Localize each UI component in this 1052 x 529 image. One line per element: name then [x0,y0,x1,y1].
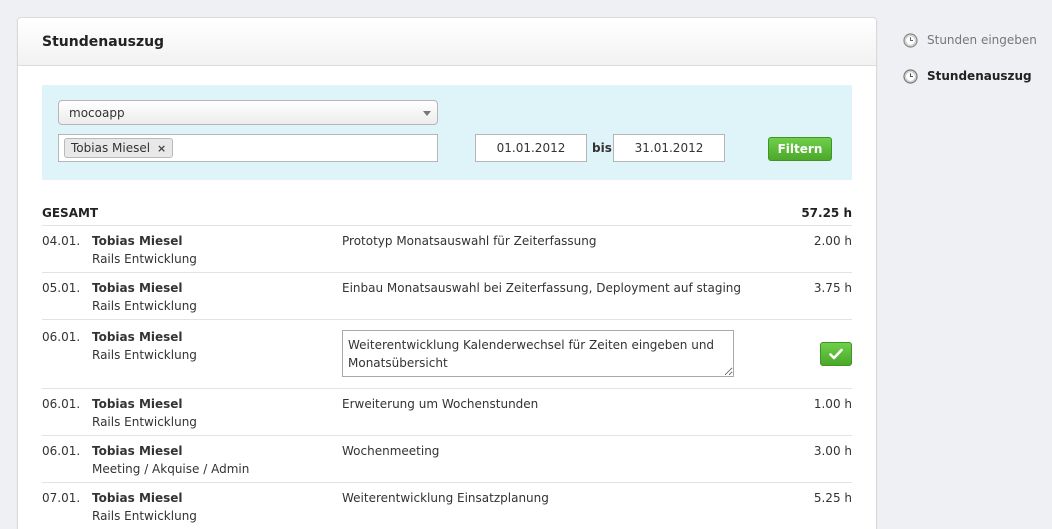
row-description: Prototyp Monatsauswahl für Zeiterfassung [342,234,597,248]
row-hours: 3.00 h [813,444,852,458]
row-user: Tobias Miesel [92,491,183,505]
row-project: Rails Entwicklung [92,299,197,313]
row-hours: 5.25 h [813,491,852,505]
row-project: Meeting / Akquise / Admin [92,462,250,476]
panel-header: Stundenauszug [18,18,876,66]
row-project: Rails Entwicklung [92,415,197,429]
row-date: 06.01. [42,444,81,458]
project-select[interactable]: mocoapp [58,100,438,125]
table-row[interactable]: 05.01. Tobias Miesel Rails Entwicklung E… [42,273,852,320]
table-row[interactable]: 06.01. Tobias Miesel Meeting / Akquise /… [42,436,852,483]
row-description: Einbau Monatsauswahl bei Zeiterfassung, … [342,281,741,295]
row-date: 06.01. [42,397,81,411]
sidebar: Stunden eingeben Stundenauszug [903,30,1037,102]
chevron-down-icon [423,111,431,116]
table-row[interactable]: 06.01. Tobias Miesel Rails Entwicklung E… [42,389,852,436]
stundenauszug-panel: Stundenauszug mocoapp Tobias Miesel × 01… [17,17,877,529]
row-date: 06.01. [42,330,81,344]
row-date: 07.01. [42,491,81,505]
row-date: 05.01. [42,281,81,295]
row-hours: 1.00 h [813,397,852,411]
summary-row: GESAMT 57.25 h [42,200,852,226]
sidebar-item-stundenauszug[interactable]: Stundenauszug [903,66,1037,86]
table-row-editing[interactable]: 06.01. Tobias Miesel Rails Entwicklung W… [42,320,852,389]
row-description: Weiterentwicklung Einsatzplanung [342,491,549,505]
row-description: Wochenmeeting [342,444,440,458]
row-project: Rails Entwicklung [92,252,197,266]
row-user: Tobias Miesel [92,234,183,248]
table-row[interactable]: 04.01. Tobias Miesel Rails Entwicklung P… [42,226,852,273]
table-row[interactable]: 07.01. Tobias Miesel Rails Entwicklung W… [42,483,852,529]
row-hours: 3.75 h [813,281,852,295]
save-button[interactable] [820,342,852,366]
filter-box: mocoapp Tobias Miesel × 01.01.2012 bis 3… [42,85,852,180]
sidebar-item-label: Stunden eingeben [927,33,1037,47]
row-project: Rails Entwicklung [92,509,197,523]
checkmark-icon [829,348,843,360]
bis-label: bis [592,141,612,155]
user-token: Tobias Miesel × [64,138,174,158]
row-hours: 2.00 h [813,234,852,248]
summary-label: GESAMT [42,205,99,220]
clock-icon [903,32,918,48]
row-description: Erweiterung um Wochenstunden [342,397,539,411]
row-user: Tobias Miesel [92,444,183,458]
row-date: 04.01. [42,234,81,248]
description-textarea[interactable]: Weiterentwicklung Kalenderwechsel für Ze… [342,330,734,377]
sidebar-item-label: Stundenauszug [927,69,1032,83]
remove-token-icon[interactable]: × [157,142,166,155]
user-token-label: Tobias Miesel [71,141,151,155]
row-user: Tobias Miesel [92,397,183,411]
project-select-value: mocoapp [69,105,125,120]
date-from-input[interactable]: 01.01.2012 [475,134,587,162]
user-token-input[interactable]: Tobias Miesel × [58,134,438,162]
filter-button[interactable]: Filtern [768,137,832,161]
row-user: Tobias Miesel [92,281,183,295]
clock-icon [903,68,918,84]
page-title: Stundenauszug [42,33,165,50]
sidebar-item-stunden-eingeben[interactable]: Stunden eingeben [903,30,1037,50]
date-to-input[interactable]: 31.01.2012 [613,134,725,162]
summary-total: 57.25 h [801,205,852,220]
row-user: Tobias Miesel [92,330,183,344]
row-project: Rails Entwicklung [92,348,197,362]
